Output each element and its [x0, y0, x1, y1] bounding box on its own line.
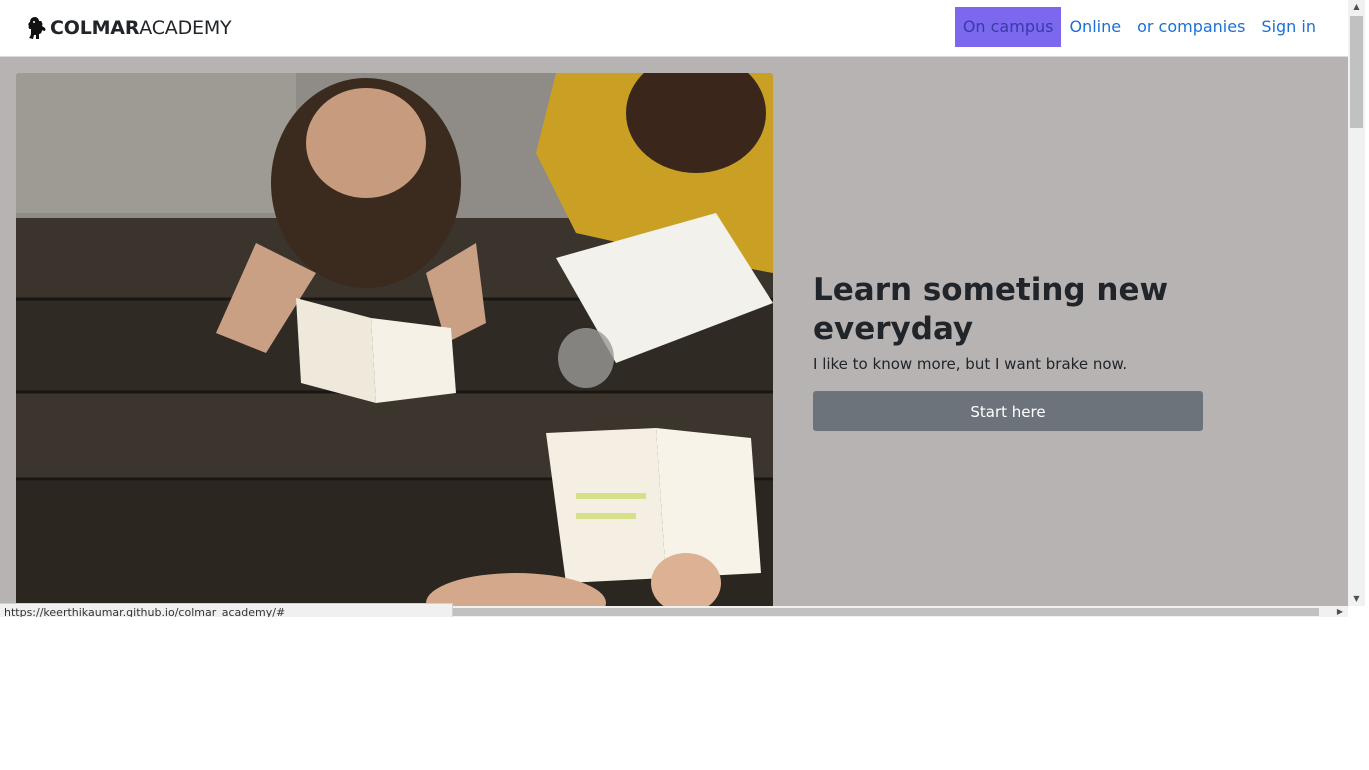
status-bar-url: https://keerthikaumar.github.io/colmar_a… [0, 603, 453, 617]
nav-online[interactable]: Online [1061, 7, 1129, 47]
hero-subtitle: I like to know more, but I want brake no… [813, 355, 1128, 373]
brand-name-bold: COLMAR [50, 17, 140, 39]
scroll-down-arrow-icon[interactable]: ▼ [1348, 592, 1365, 606]
hero-text-block: Learn someting new everyday I like to kn… [813, 271, 1213, 431]
brand-logo-link[interactable]: COLMAR ACADEMY [26, 13, 232, 43]
reading-photo-illustration [16, 73, 773, 617]
nav-sign-in[interactable]: Sign in [1253, 7, 1324, 47]
lion-icon [28, 17, 46, 39]
vertical-scroll-thumb[interactable] [1350, 16, 1363, 128]
vertical-scrollbar[interactable]: ▲ ▼ [1348, 0, 1365, 606]
nav-for-companies[interactable]: or companies [1129, 7, 1253, 47]
brand-name-light: ACADEMY [139, 17, 232, 39]
nav-on-campus[interactable]: On campus [954, 7, 1062, 47]
scroll-up-arrow-icon[interactable]: ▲ [1348, 0, 1365, 14]
main-nav: On campus Online or companies Sign in [954, 7, 1324, 47]
hero-section: Learn someting new everyday I like to kn… [0, 57, 1348, 617]
browser-viewport: COLMAR ACADEMY On campus Online or compan… [0, 0, 1369, 617]
hero-title: Learn someting new everyday [813, 272, 1169, 347]
top-navbar: COLMAR ACADEMY On campus Online or compan… [0, 0, 1348, 57]
hero-image [16, 73, 773, 617]
scroll-right-arrow-icon[interactable]: ▶ [1334, 606, 1346, 617]
start-here-button[interactable]: Start here [813, 391, 1203, 431]
